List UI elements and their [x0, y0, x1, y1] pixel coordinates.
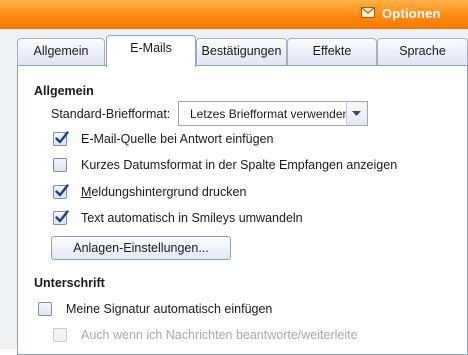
checkbox-email-source[interactable]: [53, 131, 69, 146]
dropdown-arrow[interactable]: [346, 102, 367, 125]
option-print-background-label: Meldungshintergrund drucken: [81, 185, 246, 199]
checkbox-short-date[interactable]: [53, 158, 67, 172]
section-heading-unterschrift: Unterschrift: [34, 276, 105, 290]
checkmark-icon: [55, 131, 69, 144]
option-print-background-rest: eldungshintergrund drucken: [91, 185, 247, 199]
option-short-date-label: Kurzes Datumsformat in der Spalte Empfan…: [81, 158, 398, 172]
letter-format-label: Standard-Briefformat:: [51, 107, 171, 121]
checkbox-print-background[interactable]: [53, 184, 69, 199]
checkmark-icon: [55, 210, 69, 223]
mnemonic-letter: M: [81, 185, 92, 199]
checkbox-auto-signature[interactable]: [38, 302, 52, 316]
attachment-settings-button[interactable]: Anlagen-Einstellungen...: [51, 236, 231, 260]
option-auto-signature-label: Meine Signatur automatisch einfügen: [66, 302, 273, 316]
checkbox-signature-on-reply[interactable]: [53, 328, 67, 342]
option-smileys-label: Text automatisch in Smileys umwandeln: [81, 211, 303, 225]
option-email-source-label: E-Mail-Quelle bei Antwort einfügen: [81, 132, 274, 146]
section-heading-allgemein: Allgemein: [34, 84, 94, 98]
letter-format-value: Letzes Briefformat verwenden: [190, 107, 350, 121]
letter-format-select[interactable]: Letzes Briefformat verwenden: [178, 101, 368, 126]
checkmark-icon: [55, 184, 69, 197]
option-signature-on-reply-label: Auch wenn ich Nachrichten beantworte/wei…: [81, 328, 358, 342]
checkbox-smileys[interactable]: [53, 210, 69, 225]
